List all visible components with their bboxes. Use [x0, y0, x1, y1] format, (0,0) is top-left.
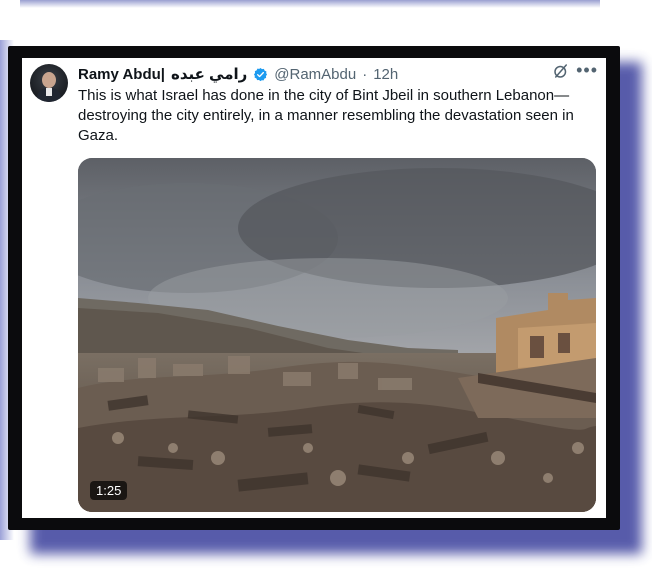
separator-dot: · [362, 65, 368, 83]
tweet-card[interactable]: Ramy Abdu| رامي عبده @RamAbdu · 12h ••• … [22, 58, 606, 518]
video-frame [78, 158, 596, 512]
display-name[interactable]: Ramy Abdu| [78, 66, 165, 83]
more-icon[interactable]: ••• [576, 60, 598, 81]
tweet-text: This is what Israel has done in the city… [78, 87, 574, 144]
grok-icon[interactable] [552, 62, 570, 80]
user-handle[interactable]: @RamAbdu [274, 66, 356, 83]
video-duration: 1:25 [90, 481, 128, 500]
verified-badge-icon [254, 67, 268, 81]
display-name-arabic[interactable]: رامي عبده [171, 65, 247, 83]
timestamp[interactable]: 12h [373, 66, 398, 83]
top-shadow-strip [20, 0, 600, 8]
video-player[interactable]: 1:25 [78, 158, 596, 512]
avatar[interactable] [30, 64, 68, 102]
tweet-header: Ramy Abdu| رامي عبده @RamAbdu · 12h [78, 62, 596, 86]
